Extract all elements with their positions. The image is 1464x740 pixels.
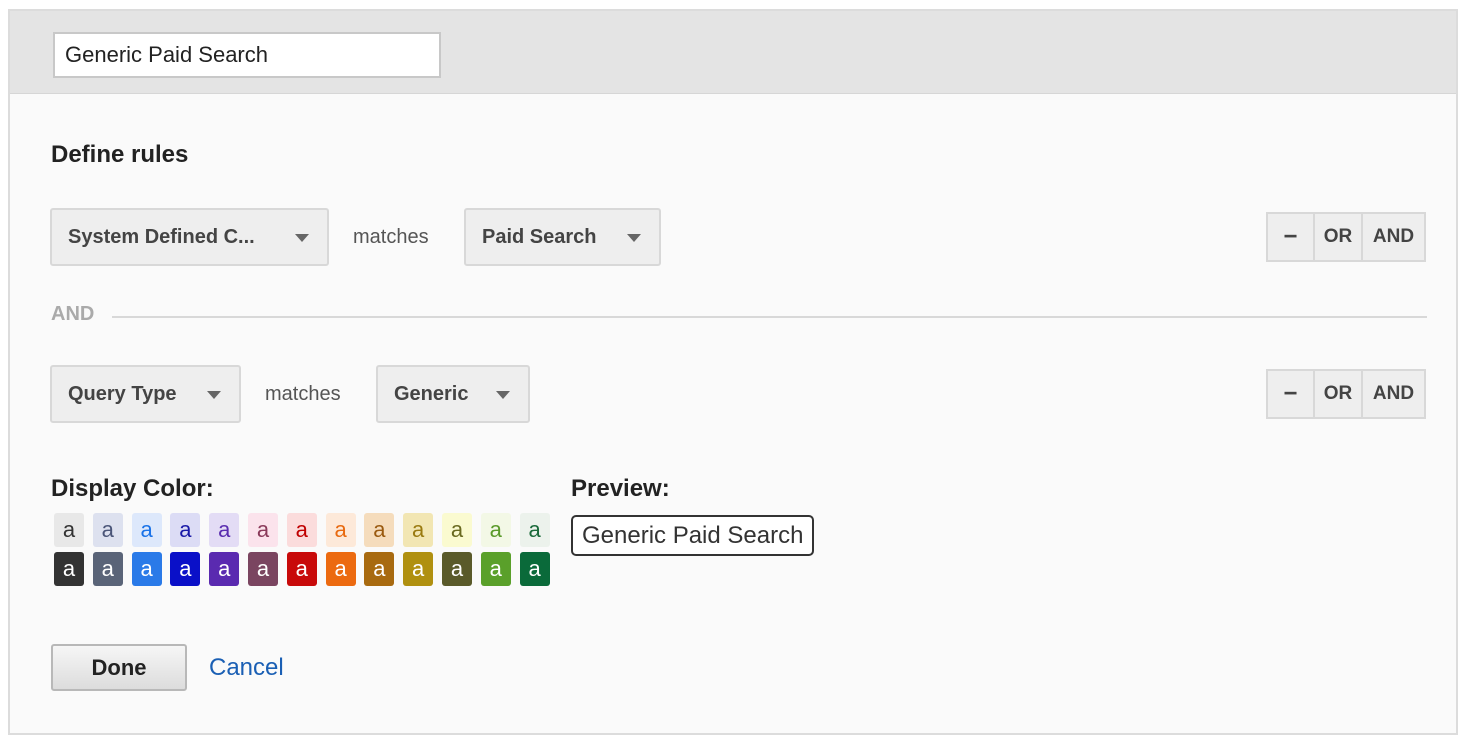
color-swatch-light-10[interactable]: a bbox=[403, 513, 434, 547]
and-separator: AND bbox=[51, 303, 1427, 331]
or-button[interactable]: OR bbox=[1315, 371, 1363, 417]
color-swatch-dark-8[interactable]: a bbox=[325, 552, 356, 586]
color-swatch-dark-1[interactable]: a bbox=[54, 552, 84, 586]
color-swatch-light-2[interactable]: a bbox=[92, 513, 123, 547]
color-swatch-dark-10[interactable]: a bbox=[403, 552, 434, 586]
remove-rule-button[interactable]: − bbox=[1268, 214, 1315, 260]
swatch-row-dark: aaaaaaaaaaaaa bbox=[54, 552, 558, 586]
rule-1-button-group: − OR AND bbox=[1266, 212, 1426, 262]
preview-box: Generic Paid Search bbox=[571, 515, 815, 556]
rule-1-operator: matches bbox=[353, 226, 429, 248]
preview-label: Preview: bbox=[571, 475, 670, 502]
color-swatch-dark-6[interactable]: a bbox=[247, 552, 278, 586]
color-swatch-light-7[interactable]: a bbox=[286, 513, 317, 547]
color-swatch-light-4[interactable]: a bbox=[170, 513, 201, 547]
color-swatch-light-8[interactable]: a bbox=[325, 513, 356, 547]
segment-name-input[interactable] bbox=[53, 32, 441, 78]
remove-rule-button[interactable]: − bbox=[1268, 371, 1315, 417]
color-swatch-dark-7[interactable]: a bbox=[286, 552, 317, 586]
or-button[interactable]: OR bbox=[1315, 214, 1363, 260]
cancel-link[interactable]: Cancel bbox=[209, 654, 284, 682]
color-swatch-light-5[interactable]: a bbox=[209, 513, 240, 547]
color-swatch-light-13[interactable]: a bbox=[519, 513, 550, 547]
chevron-down-icon bbox=[496, 391, 510, 399]
color-swatch-dark-13[interactable]: a bbox=[519, 552, 550, 586]
rule-1-dimension-label: System Defined C... bbox=[68, 225, 255, 248]
rule-2-button-group: − OR AND bbox=[1266, 369, 1426, 419]
done-button[interactable]: Done bbox=[51, 644, 187, 691]
rule-1-value-dropdown[interactable]: Paid Search bbox=[464, 208, 661, 266]
color-swatch-dark-3[interactable]: a bbox=[131, 552, 162, 586]
swatch-row-light: aaaaaaaaaaaaa bbox=[54, 513, 558, 547]
separator-line bbox=[112, 316, 1427, 318]
rule-2-dimension-label: Query Type bbox=[68, 382, 177, 405]
color-swatch-light-9[interactable]: a bbox=[364, 513, 395, 547]
rule-2-operator: matches bbox=[265, 383, 341, 405]
chevron-down-icon bbox=[295, 234, 309, 242]
color-swatch-dark-9[interactable]: a bbox=[364, 552, 395, 586]
rule-2-value-dropdown[interactable]: Generic bbox=[376, 365, 530, 423]
display-color-label: Display Color: bbox=[51, 475, 214, 502]
color-swatch-light-3[interactable]: a bbox=[131, 513, 162, 547]
segment-editor-panel: Define rules System Defined C... matches… bbox=[8, 9, 1458, 735]
color-swatch-grid: aaaaaaaaaaaaa aaaaaaaaaaaaa bbox=[54, 513, 558, 591]
rule-2-dimension-dropdown[interactable]: Query Type bbox=[50, 365, 241, 423]
and-button[interactable]: AND bbox=[1363, 214, 1424, 260]
color-swatch-dark-5[interactable]: a bbox=[209, 552, 240, 586]
rule-1-value-label: Paid Search bbox=[482, 225, 597, 248]
color-swatch-dark-12[interactable]: a bbox=[480, 552, 511, 586]
define-rules-title: Define rules bbox=[51, 141, 189, 168]
and-button[interactable]: AND bbox=[1363, 371, 1424, 417]
color-swatch-light-11[interactable]: a bbox=[441, 513, 472, 547]
color-swatch-dark-2[interactable]: a bbox=[92, 552, 123, 586]
header-bar bbox=[10, 11, 1456, 94]
rule-2-value-label: Generic bbox=[394, 382, 469, 405]
color-swatch-light-12[interactable]: a bbox=[480, 513, 511, 547]
chevron-down-icon bbox=[627, 234, 641, 242]
and-separator-label: AND bbox=[51, 303, 105, 326]
chevron-down-icon bbox=[207, 391, 221, 399]
color-swatch-dark-4[interactable]: a bbox=[170, 552, 201, 586]
color-swatch-light-6[interactable]: a bbox=[247, 513, 278, 547]
rule-1-dimension-dropdown[interactable]: System Defined C... bbox=[50, 208, 329, 266]
color-swatch-light-1[interactable]: a bbox=[54, 513, 84, 547]
color-swatch-dark-11[interactable]: a bbox=[441, 552, 472, 586]
